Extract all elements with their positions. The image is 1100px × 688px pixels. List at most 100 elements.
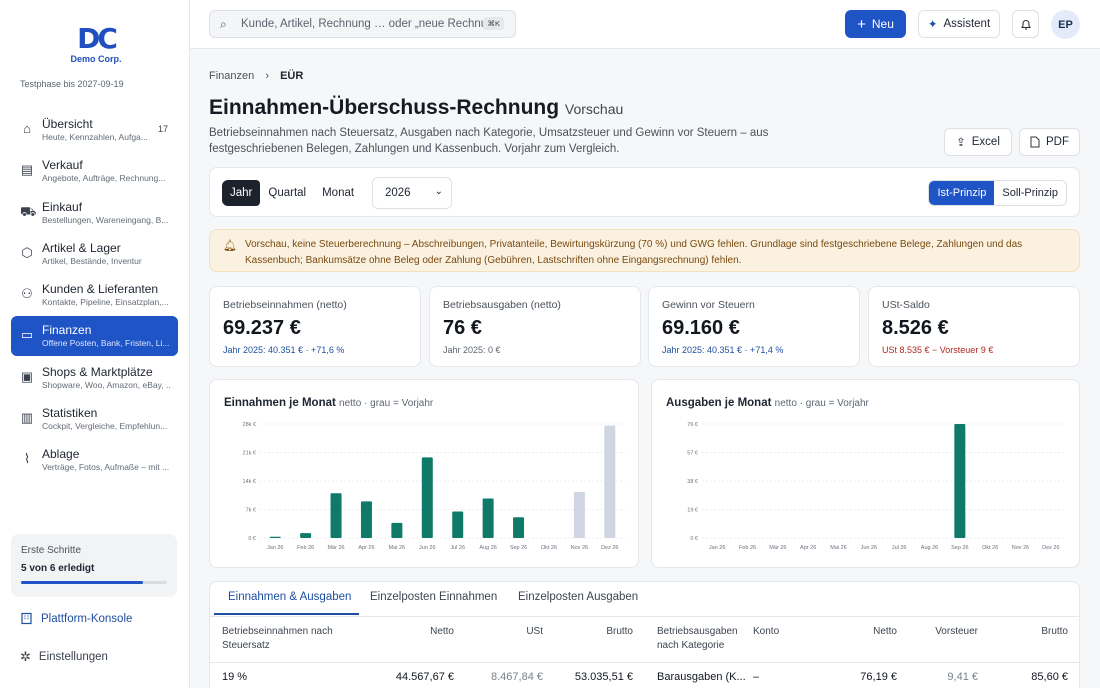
sidebar-item-label: Shops & Marktplätze <box>42 364 153 379</box>
sidebar-item-description: Angebote, Aufträge, Rechnung... <box>42 173 166 184</box>
kpi-profit: Gewinn vor Steuern 69.160 € Jahr 2025: 4… <box>648 286 860 367</box>
sidebar-item-shops-marktplätze[interactable]: ▣ Shops & Marktplätze Shopware, Woo, Amazo… <box>11 358 178 398</box>
sidebar-item-label: Finanzen <box>42 323 92 338</box>
bar-current-year <box>330 493 342 538</box>
paperclip-icon: ⌇ <box>23 451 31 467</box>
x-tick-label: Okt 26 <box>982 545 998 551</box>
period-year[interactable]: Jahr <box>222 180 261 206</box>
notifications-button[interactable] <box>1012 10 1039 38</box>
steps-progress-text: 5 von 6 erledigt <box>21 563 95 574</box>
tab-income-items[interactable]: Einzelposten Einnahmen <box>370 591 497 603</box>
assistant-button[interactable]: ✦ Assistent <box>918 10 1000 38</box>
income-row-gross: 53.035,51 € <box>574 671 633 683</box>
expense-chart-card: Ausgaben je Monat netto · grau = Vorjahr… <box>651 379 1080 568</box>
kpi-label: Betriebsausgaben (netto) <box>443 299 561 311</box>
sidebar-item-übersicht[interactable]: ⌂ Übersicht Heute, Kennzahlen, Aufga... 17 <box>11 110 178 150</box>
tab-expense-items[interactable]: Einzelposten Ausgaben <box>518 591 638 603</box>
sidebar-item-kunden-lieferanten[interactable]: ⚇ Kunden & Lieferanten Kontakte, Pipeline,… <box>11 275 178 315</box>
platform-console-link[interactable]: Plattform-Konsole <box>20 612 132 625</box>
sidebar-item-einkauf[interactable]: ⛟ Einkauf Bestellungen, Wareneingang, B... <box>11 193 178 233</box>
x-tick-label: Jun 26 <box>419 545 436 551</box>
expense-row-account: – <box>753 671 760 683</box>
x-tick-label: Nov 26 <box>1012 545 1029 551</box>
sidebar-item-description: Artikel, Bestände, Inventur <box>42 255 142 266</box>
sidebar-item-label: Verkauf <box>42 158 83 173</box>
box-icon: ⬡ <box>21 244 33 260</box>
expense-row-category[interactable]: Barausgaben (K... <box>657 671 746 683</box>
breadcrumb-finanzen[interactable]: Finanzen <box>209 70 254 82</box>
bar-current-year <box>269 536 281 538</box>
chevron-down-icon: ⌄ <box>434 186 443 197</box>
page-subtitle: Betriebseinnahmen nach Steuersatz, Ausga… <box>209 127 769 155</box>
kpi-value: 69.237 € <box>223 317 301 339</box>
x-tick-label: Mär 26 <box>327 545 344 551</box>
logo-company-name: Demo Corp. <box>70 54 122 64</box>
users-icon: ⚇ <box>21 286 33 302</box>
y-tick-label: 28k € <box>243 422 256 428</box>
pdf-export-button[interactable]: PDF <box>1019 128 1080 156</box>
receipt-icon: ▤ <box>20 162 34 178</box>
income-row-rate: 19 % <box>222 671 248 683</box>
x-tick-label: Jun 26 <box>861 545 878 551</box>
expense-row-net: 76,19 € <box>860 671 897 683</box>
expense-col-gross: Brutto <box>1041 626 1068 637</box>
x-tick-label: Jan 26 <box>267 545 284 551</box>
warning-text: Vorschau, keine Steuerberechnung – Absch… <box>245 239 1023 266</box>
period-quarter[interactable]: Quartal <box>260 180 314 206</box>
gear-icon: ✲ <box>20 649 31 664</box>
sidebar-item-description: Cockpit, Vergleiche, Empfehlun... <box>42 421 168 432</box>
y-tick-label: 19 € <box>687 508 698 514</box>
kpi-value: 8.526 € <box>882 317 949 339</box>
steps-progress-bar <box>21 581 167 584</box>
new-button[interactable]: + Neu <box>845 10 906 38</box>
bell-icon <box>1020 19 1031 30</box>
search-input[interactable]: Kunde, Artikel, Rechnung … oder „neue Re… <box>241 18 497 30</box>
company-logo[interactable]: DC Demo Corp. <box>70 24 122 65</box>
period-selector: Jahr Quartal Monat <box>222 180 362 206</box>
sparkle-icon: ✦ <box>927 19 938 31</box>
ist-principle[interactable]: Ist-Prinzip <box>929 181 995 205</box>
excel-export-button[interactable]: ⇪ Excel <box>944 128 1012 156</box>
income-row-vat: 8.467,84 € <box>491 671 543 683</box>
bar-current-year <box>513 517 525 538</box>
expense-col-net: Netto <box>873 626 897 637</box>
y-tick-label: 76 € <box>687 422 698 428</box>
home-icon: ⌂ <box>23 121 31 136</box>
global-search[interactable]: ⌕ Kunde, Artikel, Rechnung … oder „neue … <box>209 10 516 38</box>
income-bar-chart: 0 € 7k € 14k € 21k € 28k € Jan 26 Feb 26 Mär 26… <box>243 422 625 551</box>
settings-link[interactable]: ✲ Einstellungen <box>20 649 108 665</box>
table-header-divider <box>210 662 1081 663</box>
x-tick-label: Mai 26 <box>389 545 406 551</box>
kpi-value: 69.160 € <box>662 317 740 339</box>
sidebar-item-label: Ablage <box>42 447 80 462</box>
y-tick-label: 38 € <box>687 479 698 485</box>
sidebar-item-description: Bestellungen, Wareneingang, B... <box>42 214 169 225</box>
x-tick-label: Nov 26 <box>571 545 588 551</box>
soll-principle[interactable]: Soll-Prinzip <box>994 181 1066 205</box>
sidebar-item-ablage[interactable]: ⌇ Ablage Verträge, Fotos, Aufmaße – mit ..… <box>11 440 178 480</box>
main-nav: ⌂ Übersicht Heute, Kennzahlen, Aufga... 17 ▤… <box>11 110 178 482</box>
x-tick-label: Sep 26 <box>951 545 968 551</box>
year-select[interactable]: 2026 ⌄ <box>372 177 452 209</box>
period-month[interactable]: Monat <box>314 180 362 206</box>
onboarding-steps[interactable]: Erste Schritte 5 von 6 erledigt <box>11 534 177 597</box>
kpi-label: USt-Saldo <box>882 299 930 311</box>
sidebar-item-statistiken[interactable]: ▥ Statistiken Cockpit, Vergleiche, Empfehl… <box>11 399 178 439</box>
sidebar-item-label: Kunden & Lieferanten <box>42 282 159 297</box>
sidebar-item-artikel-lager[interactable]: ⬡ Artikel & Lager Artikel, Bestände, Inven… <box>11 234 178 274</box>
money-icon: ▭ <box>20 327 34 343</box>
active-tab-indicator <box>214 613 359 615</box>
x-tick-label: Dez 26 <box>1042 545 1059 551</box>
sidebar-item-finanzen[interactable]: ▭ Finanzen Offene Posten, Bank, Fristen, L… <box>11 316 178 357</box>
user-avatar[interactable]: EP <box>1051 10 1080 39</box>
kpi-vat-balance: USt-Saldo 8.526 € USt 8.535 € − Vorsteue… <box>868 286 1080 367</box>
kpi-delta: USt 8.535 € − Vorsteuer 9 € <box>882 345 994 355</box>
document-icon <box>1030 136 1040 148</box>
bell-icon: 🔔︎ <box>223 240 237 252</box>
kpi-delta: Jahr 2025: 40.351 € · +71,6 % <box>223 345 345 355</box>
expense-row-gross: 85,60 € <box>1031 671 1068 683</box>
x-tick-label: Jan 26 <box>709 545 726 551</box>
tab-income-expenses[interactable]: Einnahmen & Ausgaben <box>228 591 351 603</box>
sidebar-item-verkauf[interactable]: ▤ Verkauf Angebote, Aufträge, Rechnung... <box>11 151 178 191</box>
preview-warning: 🔔︎ Vorschau, keine Steuerberechnung – Ab… <box>209 229 1080 272</box>
